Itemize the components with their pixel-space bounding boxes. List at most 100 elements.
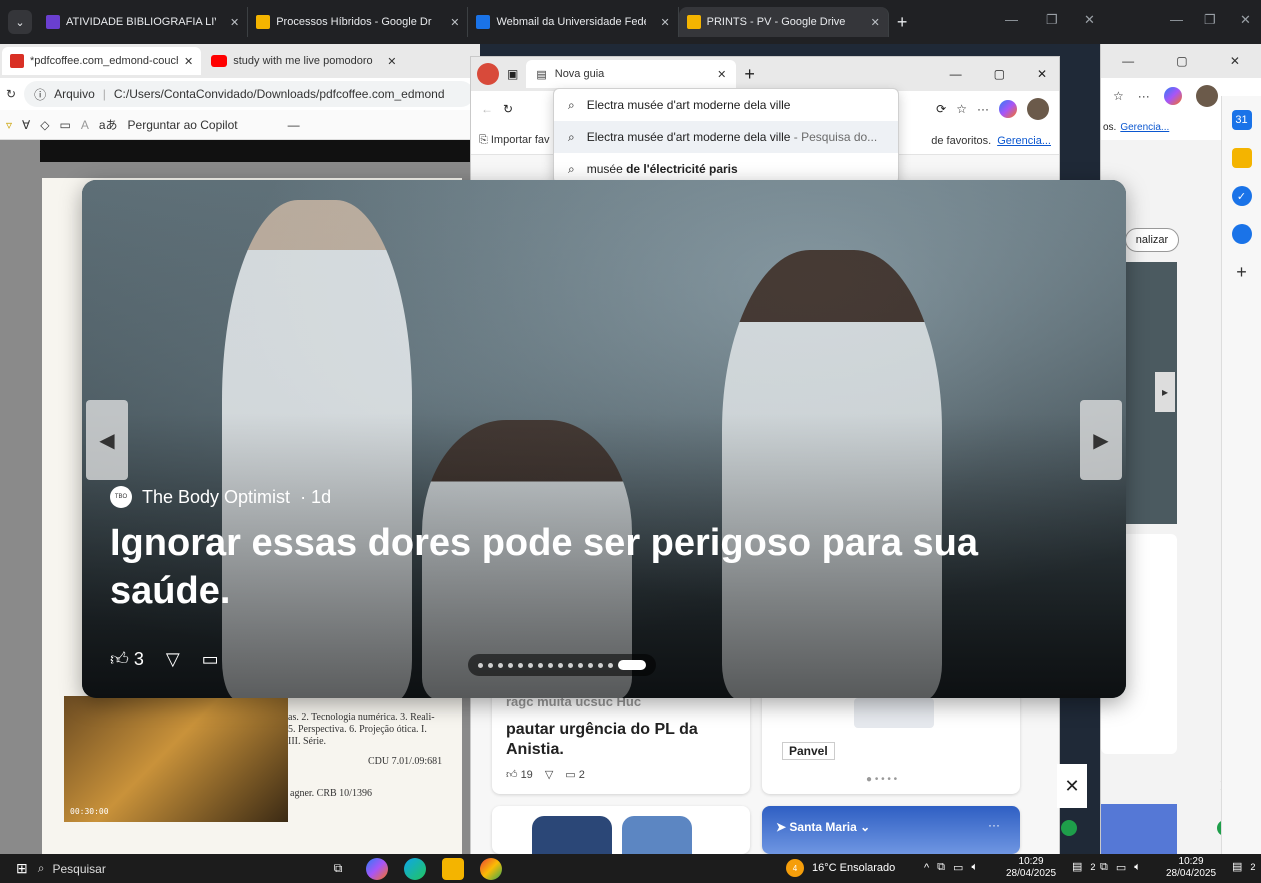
clock[interactable]: 10:29 28/04/2025 xyxy=(1006,856,1056,879)
close-window-button[interactable]: ✕ xyxy=(1084,12,1095,28)
minimize-button[interactable]: — xyxy=(1122,54,1134,68)
notification-icon-2[interactable]: ▤ 2 xyxy=(1232,860,1256,873)
tab-pdfcoffee[interactable]: *pdfcoffee.com_edmond-couchot ✕ xyxy=(2,47,202,75)
tab-study[interactable]: study with me live pomodoro ✕ xyxy=(203,47,404,75)
add-icon[interactable]: + xyxy=(1232,262,1252,282)
translate-button[interactable]: aあ xyxy=(99,116,118,133)
copilot-button[interactable]: Perguntar ao Copilot xyxy=(128,118,238,132)
calendar-icon[interactable]: 31 xyxy=(1231,110,1252,130)
notification-icon[interactable]: ▤ 2 xyxy=(1072,860,1096,873)
keep-icon[interactable] xyxy=(1231,148,1252,168)
weather-card[interactable]: ➤ Santa Maria ⌄ ··· xyxy=(762,806,1020,854)
carousel-dot[interactable] xyxy=(508,662,513,668)
copilot-app-icon[interactable] xyxy=(366,857,389,880)
more-icon[interactable]: ··· xyxy=(1138,89,1150,103)
zoom-out-button[interactable]: — xyxy=(288,118,300,132)
carousel-dot[interactable] xyxy=(488,662,493,668)
refresh-icon[interactable]: ↻ xyxy=(503,102,513,116)
tab-nova-guia[interactable]: ▤ Nova guia ✕ xyxy=(526,60,737,88)
refresh-icon[interactable]: ↻ xyxy=(6,87,16,101)
restore-button[interactable]: ▢ xyxy=(1176,54,1187,68)
like-button[interactable]: 👍︎ 3 xyxy=(110,648,144,670)
carousel-dot[interactable] xyxy=(478,662,483,668)
close-icon[interactable]: ✕ xyxy=(230,16,239,29)
carousel-dot[interactable] xyxy=(528,662,533,668)
weather-widget[interactable]: 4 16°C Ensolarado xyxy=(786,859,895,877)
workspaces-icon[interactable]: ▣ xyxy=(507,67,518,81)
personalize-button[interactable]: nalizar xyxy=(1125,228,1179,252)
draw-icon[interactable]: ∀ xyxy=(22,118,30,132)
extensions-icon[interactable]: ⟳ xyxy=(936,102,946,116)
carousel-dot[interactable] xyxy=(578,662,583,668)
hero-source[interactable]: TBO The Body Optimist · 1d xyxy=(110,486,331,508)
copilot-icon[interactable] xyxy=(999,100,1017,118)
carousel-dot[interactable] xyxy=(568,662,573,668)
close-icon[interactable]: ✕ xyxy=(871,16,880,29)
close-icon[interactable]: ✕ xyxy=(717,68,726,81)
profile-icon[interactable] xyxy=(477,63,499,85)
restore-button-2[interactable]: ❐ xyxy=(1204,12,1216,28)
next-arrow[interactable]: ▸ xyxy=(1155,372,1175,412)
tab-processos[interactable]: Processos Híbridos - Google Dr ✕ xyxy=(248,7,469,37)
restore-button[interactable]: ▢ xyxy=(994,67,1005,81)
tab-webmail[interactable]: Webmail da Universidade Feder ✕ xyxy=(468,7,679,37)
task-view-icon[interactable]: ⧉ xyxy=(334,861,343,876)
hero-news-card[interactable]: ◀ ▶ TBO The Body Optimist · 1d Ignorar e… xyxy=(82,180,1126,698)
avatar[interactable] xyxy=(1195,85,1218,107)
like-button[interactable]: 👍︎ 19 xyxy=(506,768,533,781)
carousel-dot[interactable] xyxy=(598,662,603,668)
comment-button[interactable]: ▭ 2 xyxy=(565,768,585,781)
clock-2[interactable]: 10:29 28/04/2025 xyxy=(1166,856,1216,879)
close-icon[interactable]: ✕ xyxy=(450,16,459,29)
ad-card[interactable]: Panvel ● • • • • xyxy=(762,690,1020,794)
suggestion-item[interactable]: ⌕ Electra musée d'art moderne dela ville xyxy=(554,89,898,121)
new-tab-button[interactable]: + xyxy=(897,12,908,33)
system-tray[interactable]: ^ ⧉ ▭ 🔈︎ xyxy=(924,861,978,874)
edge-app-icon[interactable] xyxy=(404,857,427,880)
shirts-card[interactable] xyxy=(492,806,750,854)
info-icon[interactable]: ⓘ xyxy=(34,86,46,103)
new-tab-button[interactable]: + xyxy=(744,64,755,85)
more-icon[interactable]: ··· xyxy=(977,102,989,116)
carousel-dot[interactable] xyxy=(538,662,543,668)
comment-button[interactable]: ▭ xyxy=(202,649,219,670)
eraser-icon[interactable]: ◇ xyxy=(40,118,49,132)
carousel-dot[interactable] xyxy=(498,662,503,668)
close-icon[interactable]: ✕ xyxy=(387,55,396,68)
suggestion-item[interactable]: ⌕ Electra musée d'art moderne dela ville… xyxy=(554,121,898,153)
close-window-button-2[interactable]: ✕ xyxy=(1240,12,1251,28)
carousel-dot[interactable] xyxy=(608,662,613,668)
tab-atividade[interactable]: ATIVIDADE BIBLIOGRAFIA LIVR ✕ xyxy=(38,7,249,37)
close-window-button[interactable]: ✕ xyxy=(1230,54,1240,68)
import-favorites-button[interactable]: ⎘ Importar fav xyxy=(479,134,550,147)
contacts-icon[interactable] xyxy=(1231,224,1252,244)
minimize-button[interactable]: — xyxy=(950,67,962,81)
hero-title[interactable]: Ignorar essas dores pode ser perigoso pa… xyxy=(110,520,1010,615)
news-card[interactable]: ragc muita ucsuc Huc pautar urgência do … xyxy=(492,690,750,794)
taskbar-search[interactable]: ⌕ Pesquisar xyxy=(38,858,278,880)
next-arrow[interactable]: ▶ xyxy=(1080,400,1122,480)
previous-arrow[interactable]: ◀ xyxy=(86,400,128,480)
tab-prints[interactable]: PRINTS - PV - Google Drive ✕ xyxy=(678,7,889,37)
read-aloud-icon[interactable]: A xyxy=(81,118,89,132)
avatar[interactable] xyxy=(1027,98,1049,120)
minimize-button-2[interactable]: — xyxy=(1170,12,1183,27)
back-icon[interactable]: ← xyxy=(481,102,493,116)
manage-favorites-link[interactable]: Gerencia... xyxy=(1120,122,1169,133)
close-window-button[interactable]: ✕ xyxy=(1037,67,1047,81)
weather-location[interactable]: ➤ Santa Maria ⌄ xyxy=(776,820,870,834)
news-title[interactable]: pautar urgência do PL da Anistia. xyxy=(506,720,726,760)
system-tray-2[interactable]: ⧉ ▭ 🔈︎ xyxy=(1100,861,1141,874)
file-explorer-icon[interactable] xyxy=(442,857,465,880)
more-icon[interactable]: ··· xyxy=(988,818,1000,832)
tasks-icon[interactable]: ✓ xyxy=(1231,186,1252,206)
carousel-dot[interactable] xyxy=(558,662,563,668)
dislike-icon[interactable]: ▽ xyxy=(545,768,553,781)
windows-start-icon[interactable]: ⊞ xyxy=(16,860,28,877)
copilot-icon[interactable] xyxy=(1163,87,1182,105)
favorites-icon[interactable]: ☆ xyxy=(956,102,967,116)
favorites-icon[interactable]: ☆ xyxy=(1113,89,1124,103)
dislike-button[interactable]: ▽ xyxy=(166,649,180,670)
tab-list-dropdown[interactable]: ⌄ xyxy=(8,10,32,34)
carousel-dot[interactable] xyxy=(518,662,523,668)
